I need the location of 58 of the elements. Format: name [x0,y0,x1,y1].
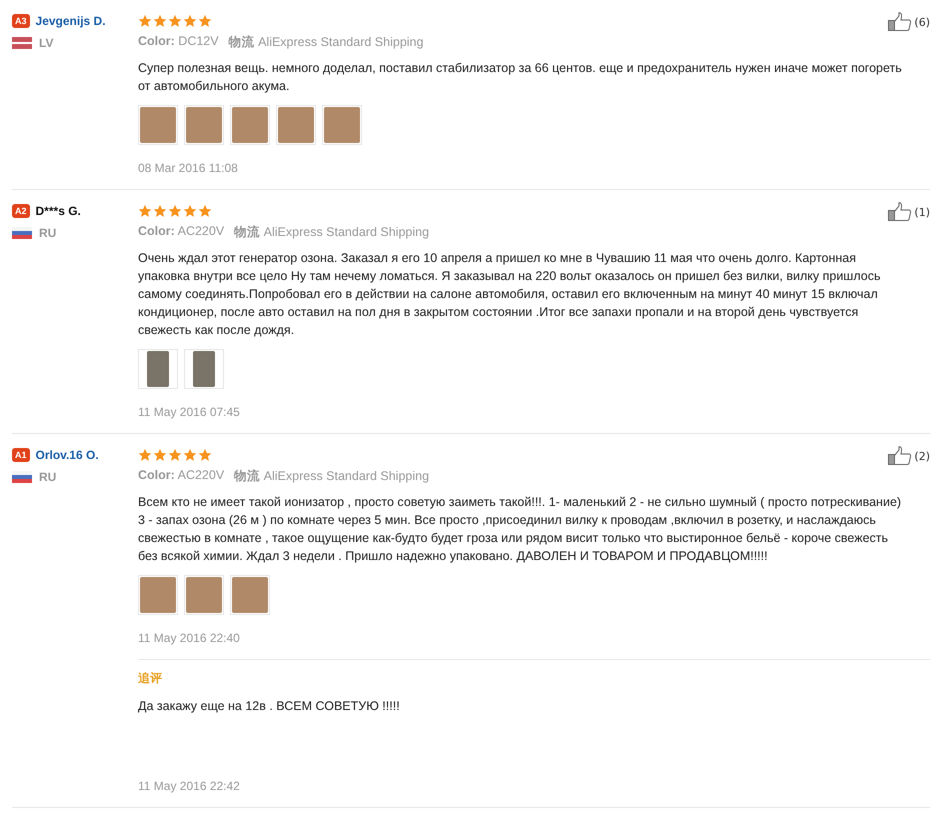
star-icon [153,204,167,218]
followup-label: 追评 [138,670,163,687]
photo-thumbnail[interactable] [184,575,224,615]
review-date: 11 May 2016 22:40 [138,631,241,645]
photo-thumbnail[interactable] [138,349,178,389]
star-icon [168,14,182,28]
star-icon [198,204,212,218]
star-icon [153,448,167,462]
shipping-info: 物流 AliExpress Standard Shipping [228,34,424,51]
photo-thumbnail[interactable] [184,105,224,145]
flag-icon [12,227,32,239]
review-text: Супер полезная вещь. немного доделал, поставил стабилизатор за 66 центов. еще и предохранитель нужен иначе может погореть от автомобильного акума. [138,60,903,95]
shipping-info: 物流 AliExpress Standard Shipping [234,468,430,485]
star-icon [138,448,152,462]
thumbs-up-icon[interactable] [888,202,912,222]
color-info: Color: DC12V [138,34,219,50]
followup-text: Да закажу еще на 12в . ВСЕМ СОВЕТУЮ !!!!! [138,699,401,713]
photo-thumbnail[interactable] [276,105,316,145]
star-icon [198,14,212,28]
star-icon [153,14,167,28]
star-icon [183,204,197,218]
review-date: 08 Mar 2016 11:08 [138,161,239,175]
photo-thumbnail[interactable] [322,105,362,145]
flag-icon [12,471,32,483]
like-count: (2) [914,450,930,462]
thumbs-up-icon[interactable] [888,12,912,32]
star-icon [168,204,182,218]
level-badge: A3 [12,14,30,28]
photo-thumbnail[interactable] [138,105,178,145]
review-date: 11 May 2016 07:45 [138,405,241,419]
reviewer-name: D***s G. [36,204,81,218]
level-badge: A2 [12,204,30,218]
photo-thumbnail[interactable] [230,575,270,615]
star-icon [138,204,152,218]
shipping-info: 物流 AliExpress Standard Shipping [234,224,430,241]
photo-thumbnail[interactable] [138,575,178,615]
color-info: Color: AC220V [138,468,224,484]
star-icon [183,14,197,28]
followup-date: 11 May 2016 22:42 [138,779,241,793]
photo-thumbnail[interactable] [230,105,270,145]
review-text: Очень ждал этот генератор озона. Заказал я его 10 апреля а пришел ко мне в Чувашию 11 мая что очень долго. Картонная упаковка внутри все цело Ну там нечему ломаться. Я заказывал на 220 вольт оказалось он пришел без вилки, вилку пришлось самому соединять.Попробовал его в действии на салоне автомобиля, оставил его включенным на минут 40 минут 15 включал кондиционер, после авто оставил на пол дня в закрытом состоянии .Итог все запахи пропали и на второй день чувствуется свежесть как после дождя. [138,250,882,339]
country-code: RU [39,470,56,484]
star-icon [168,448,182,462]
thumbs-up-icon[interactable] [888,446,912,466]
photo-thumbnail[interactable] [184,349,224,389]
color-info: Color: AC220V [138,224,224,240]
like-count: (1) [914,206,930,218]
review-text: Всем кто не имеет такой ионизатор , просто советую заиметь такой!!!. 1- маленький 2 - не сильно шумный ( просто потрескивание) 3 - запах озона (26 м ) по комнате через 5 мин. Все просто ,присоединил вилку к проводам ,включил в розетку, и наслаждаюсь свежестью в комнате , такое ощущение как-будто будет гроза или рядом висит только что выстиронное бельё - короче свежесть без всякой химии. Ждал 3 недели . Пришло надежно упаковано. ДАВОЛЕН И ТОВАРОМ И ПРОДАВЦОМ!!!!! [138,494,902,565]
reviewer-name[interactable]: Jevgenijs D. [36,14,106,28]
flag-icon [12,37,32,49]
star-icon [183,448,197,462]
star-icon [198,448,212,462]
star-icon [138,14,152,28]
level-badge: A1 [12,448,30,462]
reviewer-name[interactable]: Orlov.16 O. [36,448,99,462]
country-code: RU [39,226,56,240]
country-code: LV [39,36,54,50]
like-count: (6) [914,16,930,28]
